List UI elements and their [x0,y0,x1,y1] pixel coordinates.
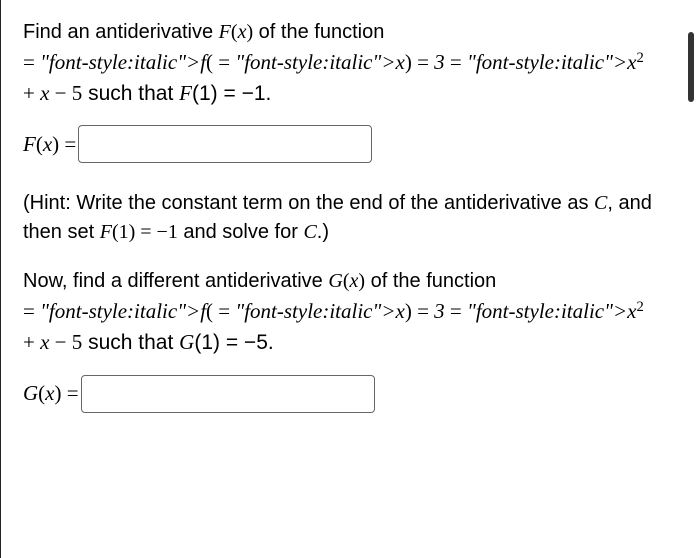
q2-func-prefix: = "font-style:italic">f( = "font-style:i… [23,299,636,323]
q1-func-prefix: = "font-style:italic">f( = "font-style:i… [23,50,636,74]
q2-func-rest: + x − 5 such that G(1) = −5. [23,330,274,354]
q1-function: = "font-style:italic">f( = "font-style:i… [23,50,644,105]
q2-lhs: G(x) = [23,381,79,406]
q1-lhs: F(x) = [23,132,76,157]
f-of-x-input[interactable] [78,125,372,163]
q2-func-exp: 2 [636,299,643,315]
q1-func-rest: + x − 5 such that F(1) = −1. [23,81,271,105]
question-container: Find an antiderivative F(x) of the funct… [0,0,682,558]
q1-answer-row: F(x) = [23,125,660,163]
q2-prompt: Now, find a different antiderivative G(x… [23,267,660,358]
q1-func-exp: 2 [636,50,643,66]
q2-line1: Now, find a different antiderivative G(x… [23,270,496,292]
vertical-scrollbar[interactable] [688,32,694,102]
g-of-x-input[interactable] [81,375,375,413]
q1-prompt: Find an antiderivative F(x) of the funct… [23,18,660,109]
hint-text: (Hint: Write the constant term on the en… [23,189,660,247]
q2-function: = "font-style:italic">f( = "font-style:i… [23,299,644,354]
q1-line1: Find an antiderivative F(x) of the funct… [23,21,384,43]
q2-answer-row: G(x) = [23,375,660,413]
